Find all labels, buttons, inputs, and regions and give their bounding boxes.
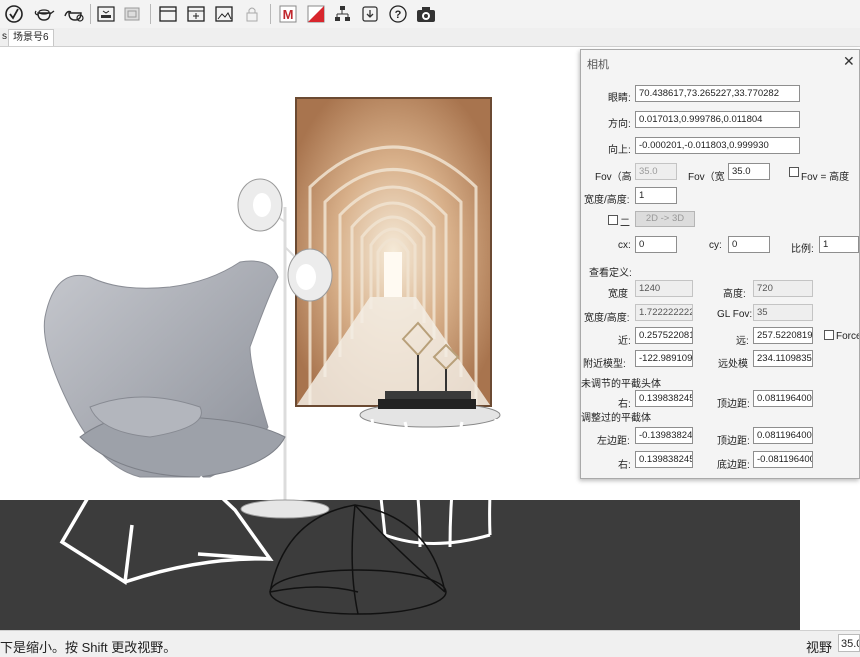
gl-fov-label: GL Fov: xyxy=(717,309,753,320)
direction-label: 方向: xyxy=(608,119,631,130)
floor xyxy=(0,500,800,630)
width-label: 宽度 xyxy=(608,289,628,300)
2d-to-3d-button[interactable]: 2D -> 3D xyxy=(635,211,695,227)
teapot-icon[interactable] xyxy=(32,2,56,26)
height-field[interactable]: 720 xyxy=(753,280,813,297)
eye-field[interactable]: 70.438617,73.265227,33.770282 xyxy=(635,85,800,102)
adjusted-frustum-label: 调整过的平截体 xyxy=(581,413,651,424)
svg-text:?: ? xyxy=(395,9,402,21)
top1-label: 顶边距: xyxy=(717,399,750,410)
cx-label: cx: xyxy=(618,240,631,251)
far-model-label: 远处模 xyxy=(718,359,748,370)
right2-label: 右: xyxy=(618,460,631,471)
ratio-label: 比例: xyxy=(791,244,814,255)
dialog-title: 相机 xyxy=(587,59,609,71)
aspect2-label: 宽度/高度: xyxy=(584,313,630,324)
near-label: 近: xyxy=(618,336,631,347)
cy-field[interactable]: 0 xyxy=(728,236,770,253)
aspect-label: 宽度/高度: xyxy=(584,195,630,206)
tab-bar: s 场景号6 xyxy=(0,28,860,47)
help-icon[interactable]: ? xyxy=(386,2,410,26)
force-label: Force xyxy=(836,331,860,342)
up-field[interactable]: -0.000201,-0.011803,0.999930 xyxy=(635,137,800,154)
material-m-icon[interactable]: M xyxy=(276,2,300,26)
render-preview-icon[interactable] xyxy=(94,2,118,26)
bottom-field[interactable]: -0.0811964005 xyxy=(753,451,813,468)
fov-equal-checkbox[interactable] xyxy=(789,167,799,177)
material-red-icon[interactable] xyxy=(304,2,328,26)
near-field[interactable]: 0.2575220819 xyxy=(635,327,693,344)
left-label: 左边距: xyxy=(597,436,630,447)
fov-height-label: Fov（高 xyxy=(595,172,632,183)
right1-label: 右: xyxy=(618,399,631,410)
top2-label: 顶边距: xyxy=(717,436,750,447)
ratio-field[interactable]: 1 xyxy=(819,236,859,253)
arch-painting xyxy=(295,97,492,407)
fov-width-label: Fov（宽 xyxy=(688,172,725,183)
cy-label: cy: xyxy=(709,240,722,251)
material-letter: M xyxy=(283,7,294,22)
width-field[interactable]: 1240 xyxy=(635,280,693,297)
right2-field[interactable]: 0.1398382453 xyxy=(635,451,693,468)
close-button[interactable]: ✕ xyxy=(843,53,855,70)
hand-teapot-icon[interactable] xyxy=(62,2,86,26)
eye-label: 眼睛: xyxy=(608,93,631,104)
right1-field[interactable]: 0.1398382453 xyxy=(635,390,693,407)
fov-equal-label: Fov = 高度 xyxy=(801,172,850,183)
top2-field[interactable]: 0.0811964005 xyxy=(753,427,813,444)
cx-field[interactable]: 0 xyxy=(635,236,677,253)
aspect-field[interactable]: 1 xyxy=(635,187,677,204)
two-d-checkbox[interactable] xyxy=(608,215,618,225)
far-model-field[interactable]: 234.1109835 xyxy=(753,350,813,367)
unadjusted-frustum-label: 未调节的平截头体 xyxy=(581,379,661,390)
far-label: 远: xyxy=(736,336,749,347)
camera-dialog: 相机 ✕ 眼睛: 70.438617,73.265227,33.770282 方… xyxy=(580,49,860,479)
status-bar: 下是缩小。按 Shift 更改视野。 视野 35.0 xyxy=(0,630,860,657)
field-of-view-label: 视野 xyxy=(806,640,833,655)
window-image-icon[interactable] xyxy=(212,2,236,26)
force-checkbox[interactable] xyxy=(824,330,834,340)
bottom-label: 底边距: xyxy=(717,460,750,471)
select-tool-icon[interactable] xyxy=(2,2,26,26)
fov-width-field[interactable]: 35.0 xyxy=(728,163,770,180)
gl-fov-field[interactable]: 35 xyxy=(753,304,813,321)
tab-scene-6[interactable]: 场景号6 xyxy=(8,29,54,46)
camera-icon[interactable] xyxy=(414,2,438,26)
direction-field[interactable]: 0.017013,0.999786,0.011804 xyxy=(635,111,800,128)
main-toolbar: M ? xyxy=(0,0,860,28)
two-d-label: 二 xyxy=(620,218,630,229)
hierarchy-icon[interactable] xyxy=(330,2,354,26)
fov-height-field[interactable]: 35.0 xyxy=(635,163,677,180)
window-add-icon[interactable] xyxy=(184,2,208,26)
window-icon[interactable] xyxy=(156,2,180,26)
far-field[interactable]: 257.5220819 xyxy=(753,327,813,344)
frame-icon[interactable] xyxy=(120,2,144,26)
lock-icon[interactable] xyxy=(240,2,264,26)
aspect2-field[interactable]: 1.7222222222 xyxy=(635,304,693,321)
left-field[interactable]: -0.1398382453 xyxy=(635,427,693,444)
near-model-label: 附近模型: xyxy=(583,359,626,370)
status-hint: 下是缩小。按 Shift 更改视野。 xyxy=(0,640,177,655)
view-definition-label: 查看定义: xyxy=(589,268,632,279)
up-label: 向上: xyxy=(608,145,631,156)
near-model-field[interactable]: -122.9891098 xyxy=(635,350,693,367)
download-icon[interactable] xyxy=(358,2,382,26)
height-label: 高度: xyxy=(723,289,746,300)
top1-field[interactable]: 0.0811964005 xyxy=(753,390,813,407)
field-of-view-input[interactable]: 35.0 xyxy=(838,634,860,652)
